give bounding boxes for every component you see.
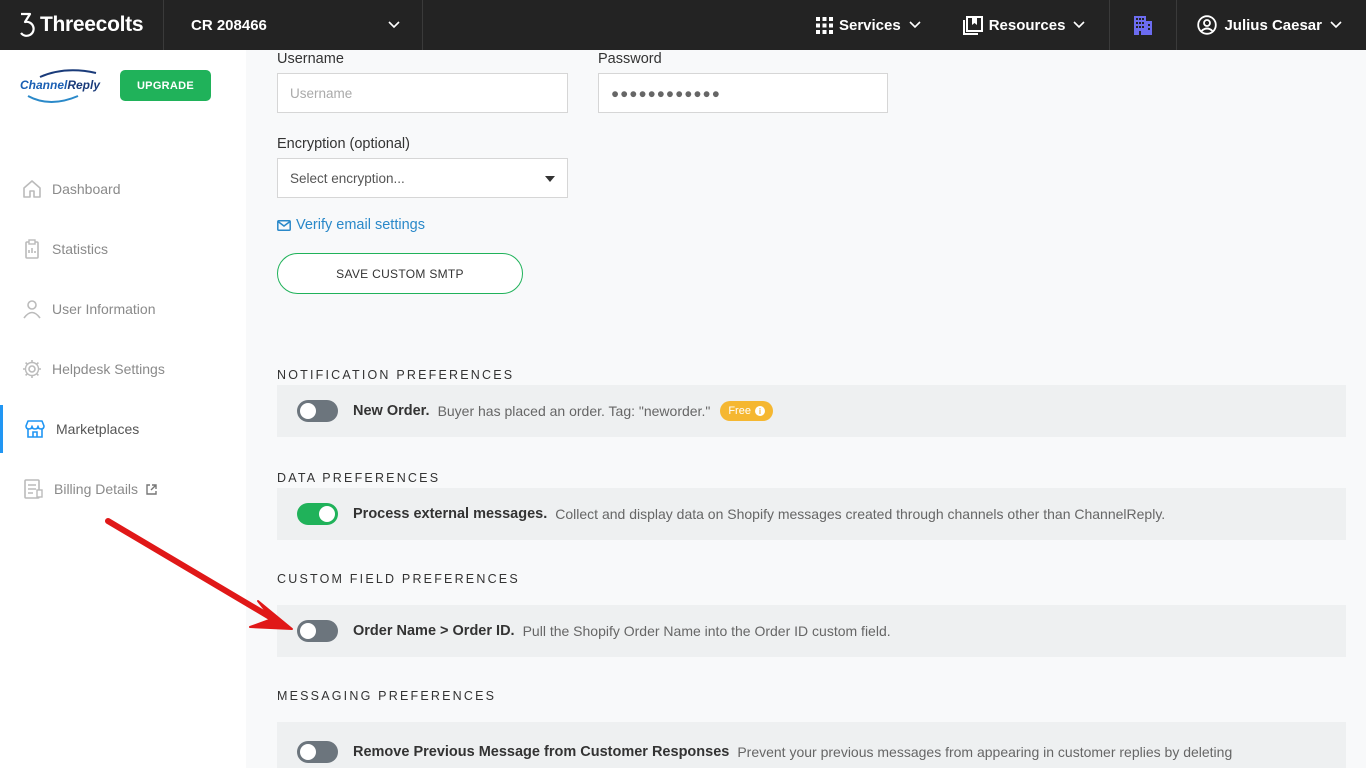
notification-preferences-title: NOTIFICATION PREFERENCES xyxy=(277,368,515,382)
sidebar-item-helpdesk-settings[interactable]: Helpdesk Settings xyxy=(0,345,246,393)
free-badge-label: Free xyxy=(728,405,751,417)
sidebar-item-label: Billing Details xyxy=(54,481,139,497)
logo-text-b: Reply xyxy=(67,78,101,92)
services-label: Services xyxy=(838,16,901,34)
logo-text-a: Channel xyxy=(20,78,68,92)
grid-icon xyxy=(815,16,833,34)
external-messages-preference-row: Process external messages. Collect and d… xyxy=(277,488,1346,540)
order-name-toggle[interactable] xyxy=(297,620,338,642)
toggle-knob xyxy=(300,403,316,419)
external-messages-title: Process external messages. xyxy=(353,506,548,522)
store-icon xyxy=(25,420,45,438)
upgrade-button[interactable]: UPGRADE xyxy=(120,70,211,101)
user-circle-icon xyxy=(1197,15,1218,35)
new-order-preference-row: New Order. Buyer has placed an order. Ta… xyxy=(277,385,1346,437)
encryption-select-value: Select encryption... xyxy=(290,170,405,186)
order-name-title: Order Name > Order ID. xyxy=(353,623,515,639)
threecolts-logo[interactable]: Threecolts xyxy=(0,0,164,50)
external-link-icon xyxy=(146,483,157,495)
sidebar-item-label: Helpdesk Settings xyxy=(52,361,165,377)
sidebar-item-label: User Information xyxy=(52,301,156,317)
remove-previous-message-title: Remove Previous Message from Customer Re… xyxy=(353,744,730,760)
save-custom-smtp-button[interactable]: SAVE CUSTOM SMTP xyxy=(277,253,523,294)
mail-icon xyxy=(277,219,291,231)
account-label: CR 208466 xyxy=(191,16,267,34)
brand-name: Threecolts xyxy=(40,13,144,36)
resources-menu[interactable]: Resources xyxy=(962,0,1086,50)
building-icon xyxy=(1134,15,1153,35)
username-input[interactable] xyxy=(277,73,568,113)
invoice-icon xyxy=(24,479,43,499)
account-selector[interactable]: CR 208466 xyxy=(164,0,423,50)
sidebar-item-label: Statistics xyxy=(52,241,109,257)
toggle-knob xyxy=(319,506,335,522)
sidebar: ChannelReply UPGRADE Dashboard Statistic… xyxy=(0,50,246,768)
verify-link-label: Verify email settings xyxy=(296,217,425,233)
sidebar-item-statistics[interactable]: Statistics xyxy=(0,225,246,273)
sidebar-item-billing-details[interactable]: Billing Details xyxy=(0,465,246,513)
info-icon: i xyxy=(754,406,765,416)
data-preferences-title: DATA PREFERENCES xyxy=(277,471,441,485)
password-input[interactable]: ●●●●●●●●●●●● xyxy=(598,73,888,113)
channelreply-wordmark: ChannelReply xyxy=(20,78,100,92)
remove-previous-message-preference-row: Remove Previous Message from Customer Re… xyxy=(277,722,1346,768)
free-badge[interactable]: Free i xyxy=(720,401,773,421)
sidebar-item-label: Marketplaces xyxy=(56,421,140,437)
top-bar: Threecolts CR 208466 Services Resources xyxy=(0,0,1366,50)
remove-previous-message-toggle[interactable] xyxy=(297,741,338,763)
gear-icon xyxy=(23,360,41,378)
sidebar-item-marketplaces[interactable]: Marketplaces xyxy=(0,405,246,453)
channelreply-logo-mark: ChannelReply xyxy=(20,68,100,104)
username-label: Username xyxy=(277,51,344,67)
clipboard-icon xyxy=(25,239,39,259)
book-icon xyxy=(962,15,983,35)
custom-field-preferences-title: CUSTOM FIELD PREFERENCES xyxy=(277,572,520,586)
sidebar-item-dashboard[interactable]: Dashboard xyxy=(0,165,246,213)
chevron-down-icon xyxy=(909,21,921,29)
chevron-down-icon xyxy=(388,21,400,29)
new-order-toggle[interactable] xyxy=(297,400,338,422)
toggle-knob xyxy=(300,623,316,639)
verify-email-link[interactable]: Verify email settings xyxy=(277,217,425,233)
user-menu[interactable]: Julius Caesar xyxy=(1177,0,1366,50)
sidebar-item-label: Dashboard xyxy=(52,181,121,197)
sidebar-item-user-information[interactable]: User Information xyxy=(0,285,246,333)
chevron-down-icon xyxy=(1330,21,1342,29)
toggle-knob xyxy=(300,744,316,760)
encryption-select[interactable]: Select encryption... xyxy=(277,158,568,198)
home-icon xyxy=(23,180,41,198)
external-messages-toggle[interactable] xyxy=(297,503,338,525)
password-label: Password xyxy=(598,51,662,67)
chevron-down-icon xyxy=(1073,21,1086,29)
order-name-preference-row: Order Name > Order ID. Pull the Shopify … xyxy=(277,605,1346,657)
threecolts-mark-icon xyxy=(20,12,35,37)
annotation-arrow-icon xyxy=(105,518,293,630)
order-name-description: Pull the Shopify Order Name into the Ord… xyxy=(522,623,891,639)
organization-button[interactable] xyxy=(1109,0,1178,50)
user-icon xyxy=(23,300,41,319)
resources-label: Resources xyxy=(988,16,1066,34)
channelreply-logo[interactable]: ChannelReply xyxy=(20,68,100,104)
messaging-preferences-title: MESSAGING PREFERENCES xyxy=(277,689,497,703)
services-menu[interactable]: Services xyxy=(815,0,921,50)
external-messages-description: Collect and display data on Shopify mess… xyxy=(555,506,1166,522)
new-order-description: Buyer has placed an order. Tag: "neworde… xyxy=(437,403,711,419)
caret-down-icon xyxy=(545,176,555,182)
remove-previous-message-description: Prevent your previous messages from appe… xyxy=(737,744,1233,760)
encryption-label: Encryption (optional) xyxy=(277,136,410,152)
user-name: Julius Caesar xyxy=(1224,16,1322,34)
new-order-title: New Order. xyxy=(353,403,430,419)
